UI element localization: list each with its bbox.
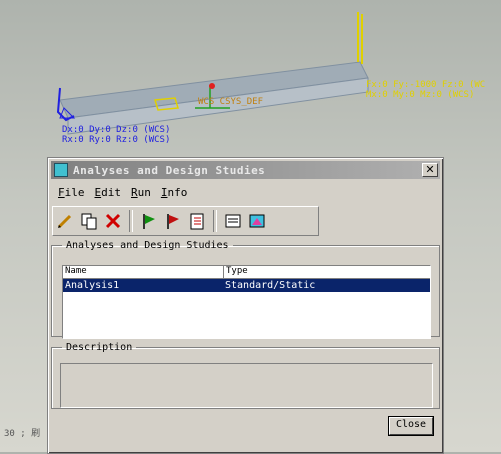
app-icon bbox=[54, 163, 68, 177]
analyses-list[interactable]: Name Type Analysis1 Standard/Static bbox=[62, 265, 431, 339]
load-label: Fx:0 Fy:-1000 Fz:0 (WC Mx:0 My:0 Mz:0 (W… bbox=[366, 80, 486, 100]
description-label: Description bbox=[66, 342, 133, 353]
menu-file[interactable]: File bbox=[58, 186, 85, 199]
menubar: File Edit Run Info bbox=[52, 182, 439, 202]
description-group: Description bbox=[51, 342, 440, 409]
menu-edit[interactable]: Edit bbox=[95, 186, 122, 199]
close-icon[interactable]: ✕ bbox=[422, 163, 438, 177]
dialog-titlebar[interactable]: Analyses and Design Studies ✕ bbox=[51, 161, 440, 179]
copy-icon[interactable] bbox=[77, 209, 101, 233]
menu-info[interactable]: Info bbox=[161, 186, 188, 199]
menu-run[interactable]: Run bbox=[131, 186, 151, 199]
column-type[interactable]: Type bbox=[224, 266, 248, 278]
start-run-flag-icon[interactable] bbox=[137, 209, 161, 233]
analysis-type: Standard/Static bbox=[225, 280, 316, 291]
toolbar-separator bbox=[213, 210, 217, 232]
csys-label: WCS CSYS_DEF bbox=[198, 97, 264, 107]
toolbar bbox=[52, 206, 319, 236]
description-field[interactable] bbox=[60, 363, 433, 408]
list-header: Name Type bbox=[63, 266, 430, 279]
table-row[interactable]: Analysis1 Standard/Static bbox=[63, 279, 430, 292]
close-button[interactable]: Close bbox=[388, 416, 434, 436]
stop-run-flag-icon[interactable] bbox=[161, 209, 185, 233]
analyses-group-label: Analyses and Design Studies bbox=[66, 240, 229, 251]
analysis-name: Analysis1 bbox=[65, 280, 120, 291]
status-text: 30 ; 刷 bbox=[4, 429, 41, 439]
column-name[interactable]: Name bbox=[63, 266, 224, 278]
analyses-dialog: Analyses and Design Studies ✕ File Edit … bbox=[47, 157, 444, 454]
edit-pencil-icon[interactable] bbox=[53, 209, 77, 233]
status-list-icon[interactable] bbox=[185, 209, 209, 233]
dialog-title: Analyses and Design Studies bbox=[73, 163, 266, 177]
review-results-icon[interactable] bbox=[221, 209, 245, 233]
toolbar-separator bbox=[129, 210, 133, 232]
results-plot-icon[interactable] bbox=[245, 209, 269, 233]
delete-icon[interactable] bbox=[101, 209, 125, 233]
constraint-label: Dx:0 Dy:0 Dz:0 (WCS) Rx:0 Ry:0 Rz:0 (WCS… bbox=[62, 125, 171, 145]
analyses-group: Analyses and Design Studies Name Type An… bbox=[51, 240, 440, 339]
